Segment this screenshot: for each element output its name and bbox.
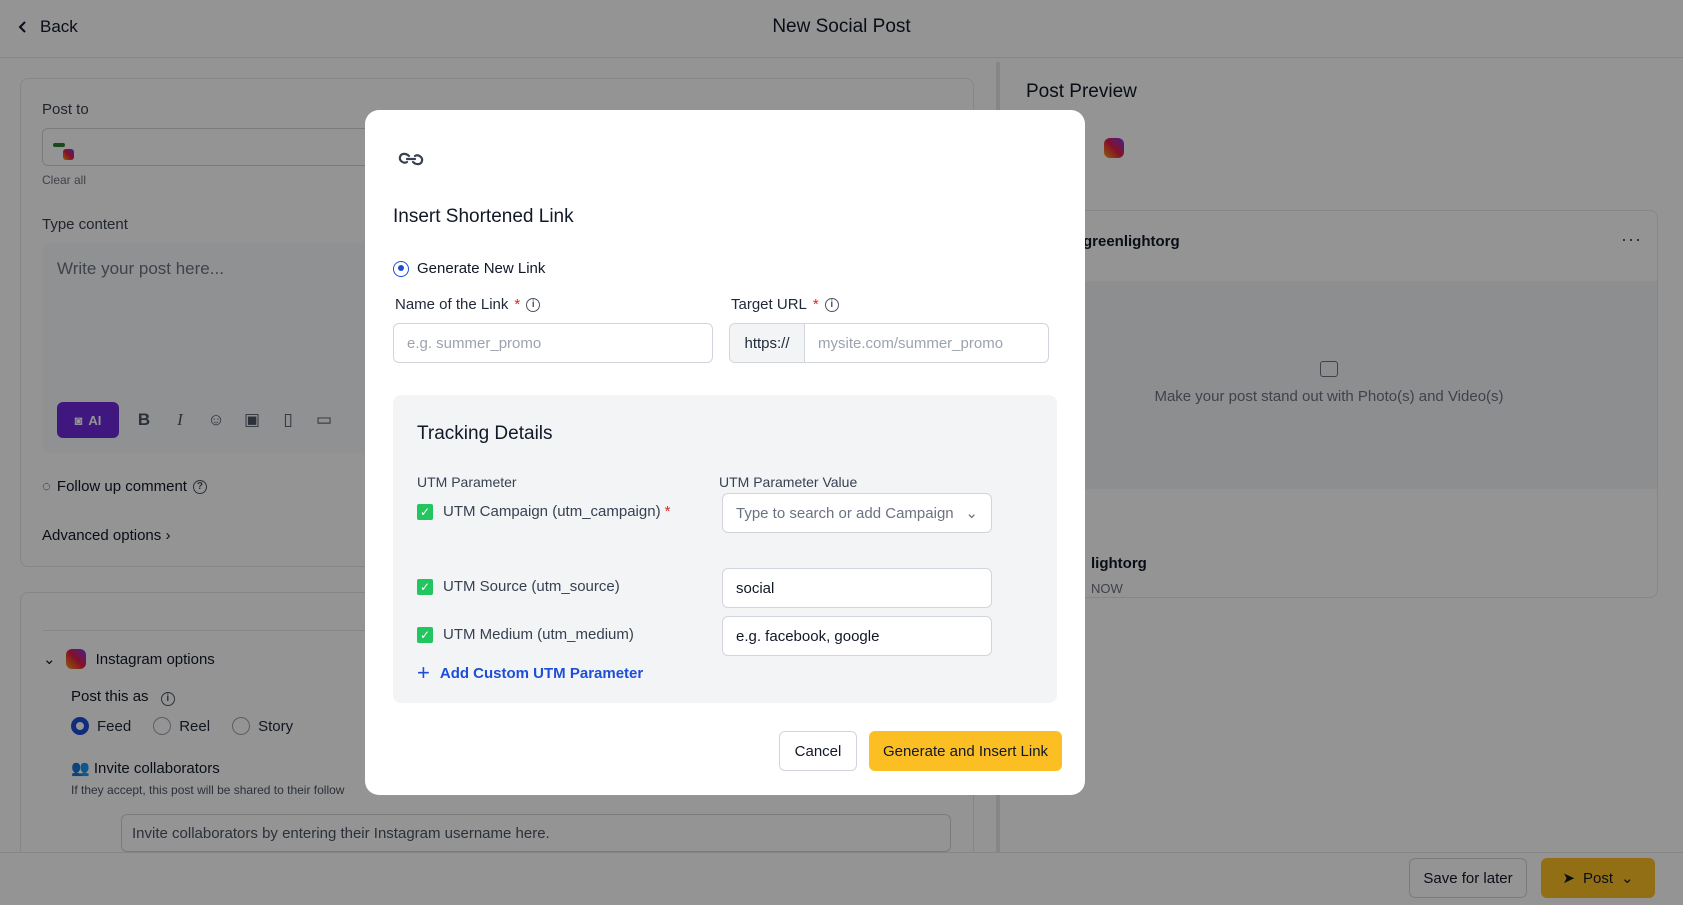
cancel-button[interactable]: Cancel bbox=[779, 731, 857, 771]
info-icon[interactable]: i bbox=[824, 297, 839, 312]
combobox-placeholder: Type to search or add Campaign bbox=[736, 504, 954, 522]
checkbox-checked-icon[interactable]: ✓ bbox=[417, 626, 433, 643]
required-marker: * bbox=[664, 503, 671, 520]
utm-campaign-row[interactable]: ✓ UTM Campaign (utm_campaign) * bbox=[417, 503, 670, 520]
link-icon bbox=[398, 152, 424, 166]
utm-label: UTM Medium (utm_medium) bbox=[443, 626, 634, 643]
modal-title: Insert Shortened Link bbox=[393, 206, 574, 227]
utm-label: UTM Source (utm_source) bbox=[443, 578, 620, 595]
info-icon[interactable]: i bbox=[526, 297, 541, 312]
generate-insert-link-button[interactable]: Generate and Insert Link bbox=[869, 731, 1062, 771]
utm-source-row[interactable]: ✓ UTM Source (utm_source) bbox=[417, 578, 620, 595]
required-marker: * bbox=[812, 296, 819, 313]
radio-selected-icon bbox=[393, 260, 409, 277]
tracking-details-panel: Tracking Details UTM Parameter UTM Param… bbox=[393, 395, 1057, 703]
url-prefix: https:// bbox=[730, 324, 805, 362]
link-name-input[interactable]: e.g. summer_promo bbox=[393, 323, 713, 363]
insert-link-modal: Insert Shortened Link Generate New Link … bbox=[365, 110, 1085, 795]
option-label: Generate New Link bbox=[417, 260, 546, 277]
add-custom-label: Add Custom UTM Parameter bbox=[439, 664, 644, 682]
label-text: Target URL bbox=[731, 296, 807, 313]
checkbox-checked-icon[interactable]: ✓ bbox=[417, 503, 433, 520]
utm-label: UTM Campaign (utm_campaign) bbox=[443, 503, 661, 520]
generate-new-link-option[interactable]: Generate New Link bbox=[393, 260, 545, 277]
link-name-label: Name of the Link * i bbox=[395, 296, 541, 313]
required-marker: * bbox=[514, 296, 521, 313]
utm-source-input[interactable]: social bbox=[722, 568, 992, 608]
target-url-input[interactable]: mysite.com/summer_promo bbox=[805, 324, 1048, 362]
utm-medium-row[interactable]: ✓ UTM Medium (utm_medium) bbox=[417, 626, 634, 643]
plus-icon: + bbox=[417, 660, 430, 685]
checkbox-checked-icon[interactable]: ✓ bbox=[417, 578, 433, 595]
chevron-down-icon: ⌄ bbox=[965, 505, 978, 522]
utm-value-header: UTM Parameter Value bbox=[719, 474, 858, 490]
target-url-label: Target URL * i bbox=[731, 296, 839, 313]
utm-parameter-header: UTM Parameter bbox=[417, 474, 517, 490]
utm-medium-input[interactable]: e.g. facebook, google bbox=[722, 616, 992, 656]
tracking-title: Tracking Details bbox=[417, 423, 553, 444]
add-custom-utm-button[interactable]: + Add Custom UTM Parameter bbox=[417, 660, 643, 686]
label-text: Name of the Link bbox=[395, 296, 509, 313]
target-url-field: https:// mysite.com/summer_promo bbox=[729, 323, 1049, 363]
utm-campaign-combobox[interactable]: Type to search or add Campaign ⌄ bbox=[722, 493, 992, 533]
